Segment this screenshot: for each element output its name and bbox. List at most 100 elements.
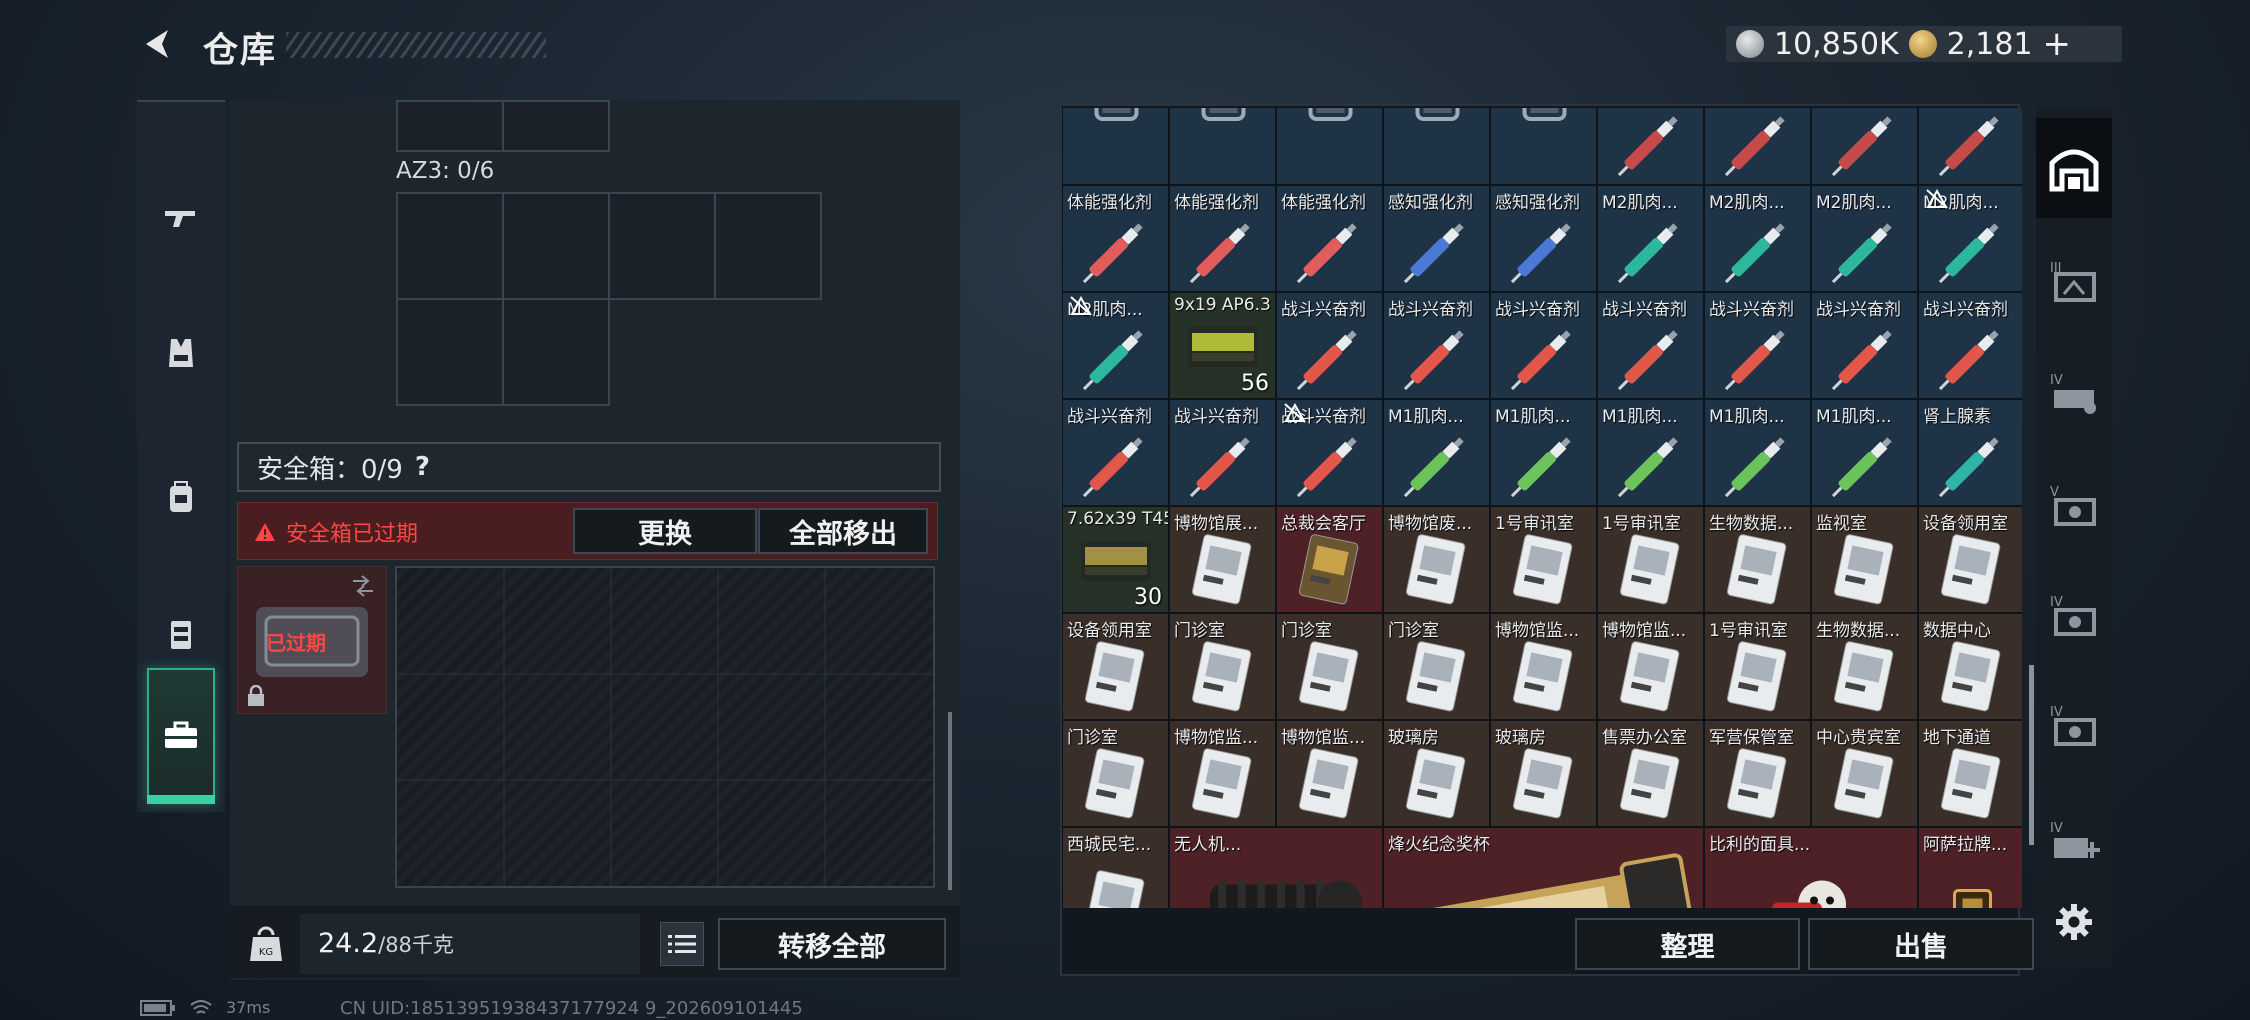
add-currency-button[interactable]: +: [2043, 24, 2072, 64]
settings-button[interactable]: [2036, 872, 2112, 972]
stash-item[interactable]: 战斗兴奋剂: [1383, 292, 1490, 399]
stash-scrollbar[interactable]: [2029, 665, 2034, 845]
stash-item[interactable]: 1号审讯室: [1704, 613, 1811, 720]
stash-tab-3[interactable]: III: [2036, 232, 2112, 332]
stash-item[interactable]: 博物馆展...: [1169, 506, 1276, 613]
container-slot[interactable]: [502, 192, 610, 300]
stash-item[interactable]: 生物数据...: [1811, 613, 1918, 720]
replace-button[interactable]: 更换: [573, 508, 757, 554]
container-slot[interactable]: [608, 192, 716, 300]
stash-item[interactable]: 数据中心: [1918, 613, 2022, 720]
stash-item[interactable]: 体能强化剂: [1062, 185, 1169, 292]
tab-weapons[interactable]: [137, 152, 225, 282]
stash-item[interactable]: 博物馆监...: [1490, 613, 1597, 720]
stash-item[interactable]: 战斗兴奋剂: [1490, 292, 1597, 399]
tab-armor[interactable]: [137, 288, 225, 418]
stash-item[interactable]: 感知强化剂: [1490, 185, 1597, 292]
stash-item[interactable]: M1肌肉...: [1383, 399, 1490, 506]
stash-item[interactable]: 门诊室: [1276, 613, 1383, 720]
stash-item[interactable]: 阿萨拉牌...: [1918, 827, 2022, 908]
tab-backpack[interactable]: [137, 432, 225, 562]
stash-item[interactable]: 门诊室: [1062, 720, 1169, 827]
stash-item[interactable]: 中心贵宾室: [1811, 720, 1918, 827]
container-slot[interactable]: [714, 192, 822, 300]
stash-item[interactable]: [1704, 108, 1811, 185]
transfer-all-button[interactable]: 转移全部: [718, 918, 946, 970]
remove-all-button[interactable]: 全部移出: [758, 508, 928, 554]
stash-item[interactable]: 感知强化剂: [1383, 185, 1490, 292]
container-slot[interactable]: [396, 298, 504, 406]
back-button[interactable]: [138, 24, 184, 70]
stash-item[interactable]: 玻璃房: [1383, 720, 1490, 827]
left-scrollbar[interactable]: [948, 712, 952, 890]
stash-item[interactable]: M1肌肉...: [1597, 399, 1704, 506]
stash-item[interactable]: M2肌肉...: [1811, 185, 1918, 292]
stash-item[interactable]: 1号审讯室: [1490, 506, 1597, 613]
container-slot[interactable]: [396, 100, 504, 152]
stash-tab-4a[interactable]: IV: [2036, 344, 2112, 444]
stash-item[interactable]: 战斗兴奋剂: [1276, 292, 1383, 399]
stash-item[interactable]: M1肌肉...: [1704, 399, 1811, 506]
stash-item[interactable]: 博物馆监...: [1276, 720, 1383, 827]
stash-item[interactable]: 地下通道: [1918, 720, 2022, 827]
container-slot[interactable]: [502, 298, 610, 406]
stash-tab-4b[interactable]: IV: [2036, 566, 2112, 666]
stash-item[interactable]: 博物馆监...: [1169, 720, 1276, 827]
stash-item[interactable]: 博物馆废...: [1383, 506, 1490, 613]
stash-item[interactable]: 战斗兴奋剂: [1597, 292, 1704, 399]
stash-item[interactable]: M1肌肉...: [1490, 399, 1597, 506]
stash-item[interactable]: 肾上腺素: [1918, 399, 2022, 506]
stash-item[interactable]: M2肌肉...: [1062, 292, 1169, 399]
stash-tab-4c[interactable]: IV: [2036, 676, 2112, 776]
stash-item[interactable]: [1811, 108, 1918, 185]
stash-item[interactable]: [1062, 108, 1169, 185]
stash-item[interactable]: 门诊室: [1169, 613, 1276, 720]
stash-item[interactable]: M2肌肉...: [1918, 185, 2022, 292]
stash-item[interactable]: M2肌肉...: [1704, 185, 1811, 292]
stash-item[interactable]: 体能强化剂: [1276, 185, 1383, 292]
stash-item[interactable]: 军营保管室: [1704, 720, 1811, 827]
tab-safebox[interactable]: [147, 668, 215, 804]
stash-item[interactable]: [1597, 108, 1704, 185]
stash-item[interactable]: 战斗兴奋剂: [1276, 399, 1383, 506]
stash-item[interactable]: 战斗兴奋剂: [1169, 399, 1276, 506]
list-view-button[interactable]: [660, 922, 704, 966]
safebox-grid[interactable]: [395, 566, 935, 888]
sort-button[interactable]: 整理: [1575, 918, 1800, 970]
stash-item[interactable]: [1383, 108, 1490, 185]
stash-item[interactable]: 总裁会客厅: [1276, 506, 1383, 613]
stash-item[interactable]: [1918, 108, 2022, 185]
stash-item[interactable]: M1肌肉...: [1811, 399, 1918, 506]
stash-item[interactable]: 博物馆监...: [1597, 613, 1704, 720]
stash-item[interactable]: [1490, 108, 1597, 185]
stash-item[interactable]: 西城民宅...: [1062, 827, 1169, 908]
stash-item[interactable]: [1276, 108, 1383, 185]
sell-button[interactable]: 出售: [1808, 918, 2034, 970]
container-slot[interactable]: [396, 192, 504, 300]
stash-main-tab[interactable]: [2036, 118, 2112, 218]
stash-item[interactable]: 战斗兴奋剂: [1811, 292, 1918, 399]
stash-item[interactable]: 售票办公室: [1597, 720, 1704, 827]
stash-item[interactable]: 生物数据...: [1704, 506, 1811, 613]
stash-item[interactable]: 设备领用室: [1062, 613, 1169, 720]
stash-item[interactable]: 设备领用室: [1918, 506, 2022, 613]
stash-item[interactable]: 门诊室: [1383, 613, 1490, 720]
stash-item[interactable]: M2肌肉...: [1597, 185, 1704, 292]
stash-item[interactable]: 战斗兴奋剂: [1062, 399, 1169, 506]
stash-item[interactable]: 无人机...: [1169, 827, 1383, 908]
stash-item[interactable]: 战斗兴奋剂: [1704, 292, 1811, 399]
stash-item[interactable]: 1号审讯室: [1597, 506, 1704, 613]
stash-item[interactable]: 7.62x39 T45M 30: [1062, 506, 1169, 613]
stash-item[interactable]: 9x19 AP6.3 56: [1169, 292, 1276, 399]
stash-item[interactable]: 战斗兴奋剂: [1918, 292, 2022, 399]
stash-item[interactable]: 体能强化剂: [1169, 185, 1276, 292]
stash-item[interactable]: 玻璃房: [1490, 720, 1597, 827]
safebox-item[interactable]: 已过期: [237, 566, 387, 714]
stash-item[interactable]: 比利的面具...: [1704, 827, 1918, 908]
stash-item[interactable]: 烽火纪念奖杯: [1383, 827, 1704, 908]
weight-lock-button[interactable]: KG: [236, 914, 296, 974]
stash-tab-5[interactable]: V: [2036, 456, 2112, 556]
help-icon[interactable]: ?: [415, 452, 430, 482]
container-slot[interactable]: [502, 100, 610, 152]
stash-item[interactable]: [1169, 108, 1276, 185]
